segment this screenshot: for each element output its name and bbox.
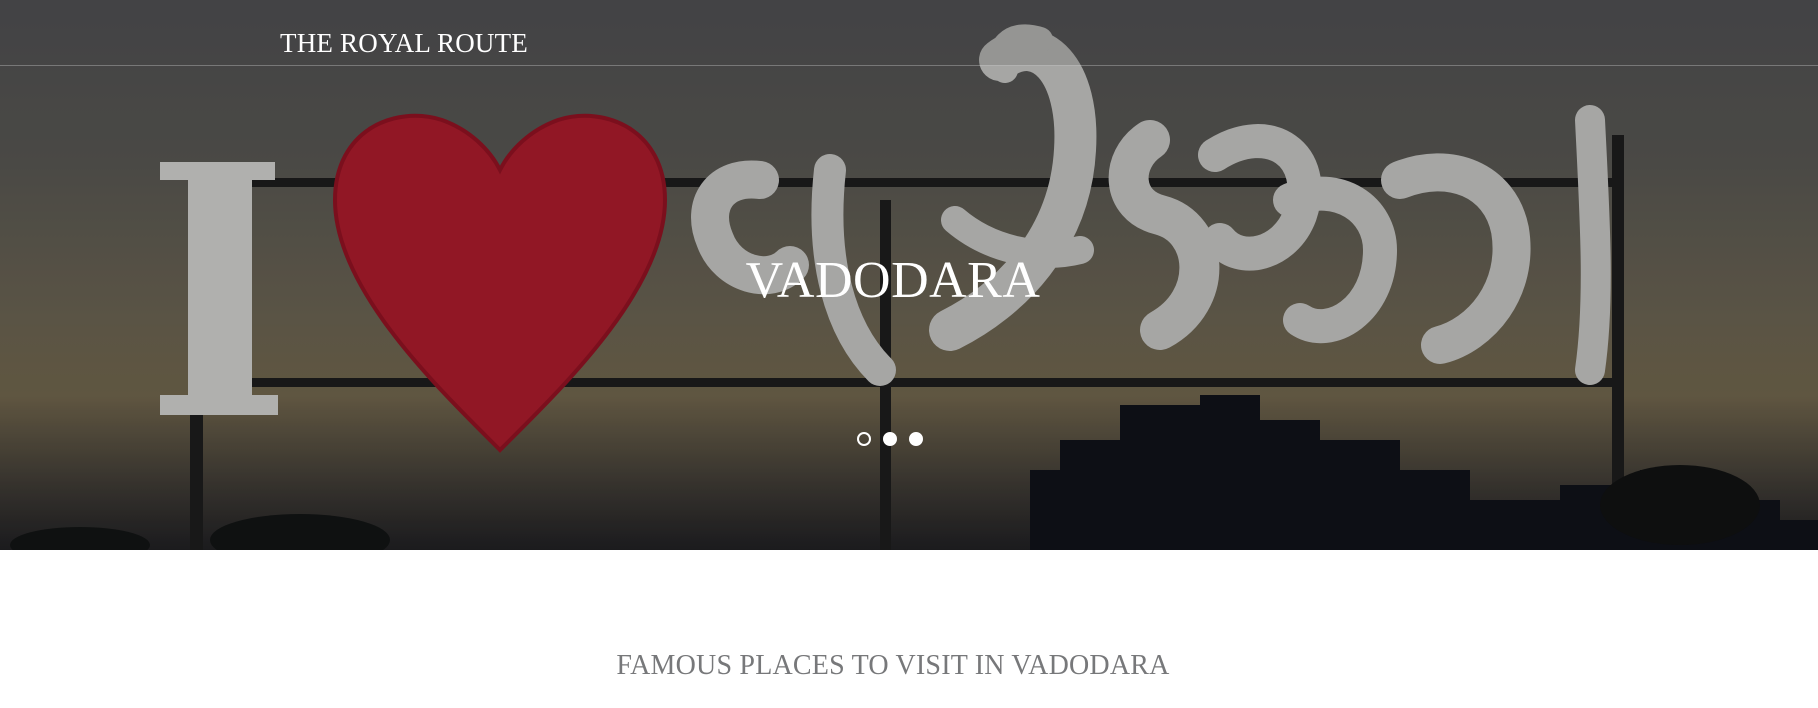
carousel-dot-1[interactable] <box>857 432 871 446</box>
carousel-dot-3[interactable] <box>909 432 923 446</box>
carousel-dot-2[interactable] <box>883 432 897 446</box>
carousel-indicators <box>857 432 923 446</box>
section-title: FAMOUS PLACES TO VISIT IN VADODARA <box>616 650 1170 681</box>
hero-title: VADODARA <box>745 252 1041 309</box>
top-navbar: THE ROYAL ROUTE <box>0 0 1818 66</box>
brand-logo-link[interactable]: THE ROYAL ROUTE <box>280 30 528 57</box>
hero-banner: THE ROYAL ROUTE VADODARA <box>0 0 1818 550</box>
